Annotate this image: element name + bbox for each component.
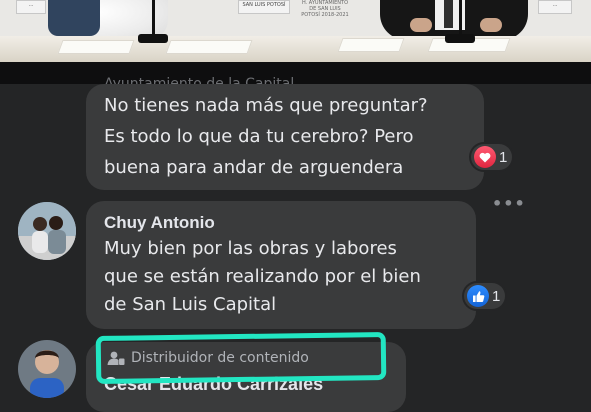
reaction-count-value: 1 [492, 287, 501, 305]
document-paper [337, 38, 405, 52]
comment-bubble[interactable]: Chuy Antonio Muy bien por las obras y la… [86, 201, 476, 329]
reaction-count[interactable]: 1 [471, 144, 513, 170]
document-paper [165, 40, 253, 54]
comment-text-line: Es todo lo que da tu cerebro? Pero [104, 126, 414, 147]
live-video-frame[interactable]: ... SAN LUIS POTOSÍ H. AYUNTAMIENTO DE S… [0, 0, 591, 62]
avatar[interactable] [18, 202, 76, 260]
sign-left: ... [16, 0, 46, 14]
document-paper [57, 40, 135, 54]
microphone-icon [138, 0, 168, 44]
heart-icon [474, 146, 496, 168]
avatar[interactable] [18, 340, 76, 398]
highlight-annotation [95, 331, 387, 385]
sign-right: ... [538, 0, 572, 14]
sign-center: SAN LUIS POTOSÍ [238, 0, 290, 14]
sign-center-subtitle: H. AYUNTAMIENTO DE SAN LUIS POTOSÍ 2018-… [301, 0, 349, 18]
comment-bubble[interactable]: No tienes nada más que preguntar? Es tod… [86, 84, 484, 190]
microphone-icon [445, 0, 475, 44]
reaction-count[interactable]: 1 [464, 283, 506, 309]
comment-text-line: No tienes nada más que preguntar? [104, 95, 428, 116]
video-bottom-bar [0, 62, 591, 84]
more-options-icon[interactable]: ••• [492, 194, 526, 213]
comment-text-line: de San Luis Capital [104, 294, 277, 315]
thumbs-up-icon [467, 285, 489, 307]
comment-text-line: buena para andar de arguendera [104, 157, 404, 178]
comment-text-line: Muy bien por las obras y labores [104, 238, 397, 259]
comment-text-line: que se están realizando por el bien [104, 266, 421, 287]
comment-author[interactable]: Chuy Antonio [104, 213, 215, 233]
reaction-count-value: 1 [499, 148, 508, 166]
